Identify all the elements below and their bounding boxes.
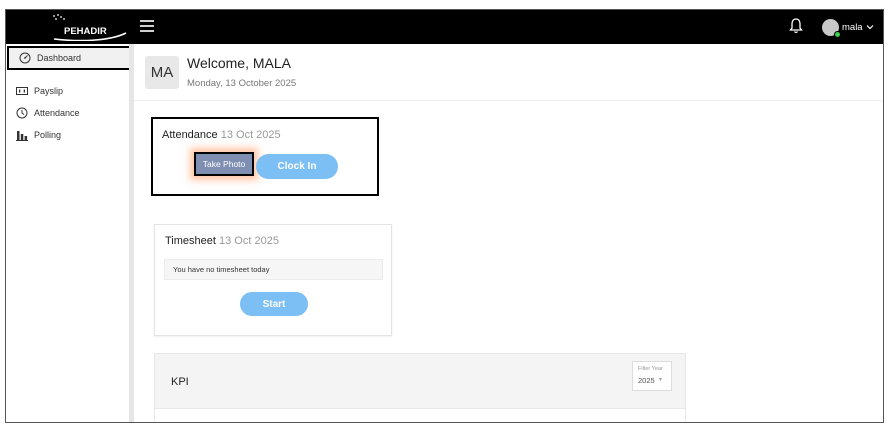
start-button[interactable]: Start <box>240 292 308 316</box>
user-menu[interactable]: mala <box>822 17 874 38</box>
timesheet-card: Timesheet 13 Oct 2025 You have no timesh… <box>154 224 392 336</box>
clock-in-button[interactable]: Clock In <box>256 154 338 179</box>
main-content: MA Welcome, MALA Monday, 13 October 2025… <box>134 44 883 422</box>
kpi-card: KPI Filter Year 2025 ▾ <box>154 353 686 422</box>
kpi-body <box>155 408 685 422</box>
app-window: PEHADIR mala Dashboard Payslip Attendanc… <box>5 9 884 423</box>
filter-year-label: Filter Year <box>638 366 663 372</box>
payslip-icon <box>16 87 28 95</box>
menu-toggle-icon[interactable] <box>140 20 154 32</box>
bar-chart-icon <box>16 131 28 141</box>
filter-year-select[interactable]: Filter Year 2025 ▾ <box>632 361 672 391</box>
top-bar: PEHADIR mala <box>6 10 883 44</box>
attendance-date: 13 Oct 2025 <box>220 129 281 141</box>
attendance-card: Attendance 13 Oct 2025 Take Photo Clock … <box>151 117 379 196</box>
attendance-title: Attendance <box>162 129 218 141</box>
sidebar-item-payslip[interactable]: Payslip <box>6 80 131 102</box>
welcome-header: MA Welcome, MALA Monday, 13 October 2025 <box>134 44 883 101</box>
timesheet-date: 13 Oct 2025 <box>219 235 279 247</box>
welcome-title: Welcome, MALA <box>187 55 291 71</box>
sidebar-item-label: Polling <box>34 130 62 140</box>
logo-text: PEHADIR <box>64 26 107 37</box>
sidebar: Dashboard Payslip Attendance Polling <box>6 44 132 422</box>
take-photo-button[interactable]: Take Photo <box>194 152 254 176</box>
timesheet-card-title: Timesheet 13 Oct 2025 <box>165 235 279 247</box>
chevron-down-icon <box>866 25 874 30</box>
online-status-dot <box>834 30 841 38</box>
dashboard-icon <box>19 52 31 64</box>
kpi-title: KPI <box>171 376 189 388</box>
notification-bell-icon[interactable] <box>788 17 804 35</box>
sidebar-item-label: Attendance <box>34 108 80 118</box>
user-initials-avatar: MA <box>145 56 179 89</box>
user-name: mala <box>842 21 863 33</box>
sidebar-item-polling[interactable]: Polling <box>6 124 131 146</box>
attendance-card-title: Attendance 13 Oct 2025 <box>162 129 281 141</box>
pehadir-logo[interactable]: PEHADIR <box>40 13 132 41</box>
sidebar-item-attendance[interactable]: Attendance <box>6 102 131 124</box>
dropdown-caret-icon: ▾ <box>659 377 663 383</box>
sidebar-item-label: Payslip <box>34 86 64 96</box>
filter-year-value: 2025 <box>638 376 655 385</box>
sidebar-item-dashboard[interactable]: Dashboard <box>7 46 132 70</box>
timesheet-empty-message: You have no timesheet today <box>164 259 383 280</box>
timesheet-title: Timesheet <box>165 235 216 247</box>
avatar <box>822 18 841 38</box>
clock-icon <box>16 107 28 119</box>
welcome-date: Monday, 13 October 2025 <box>187 78 297 89</box>
sidebar-item-label: Dashboard <box>37 53 82 63</box>
